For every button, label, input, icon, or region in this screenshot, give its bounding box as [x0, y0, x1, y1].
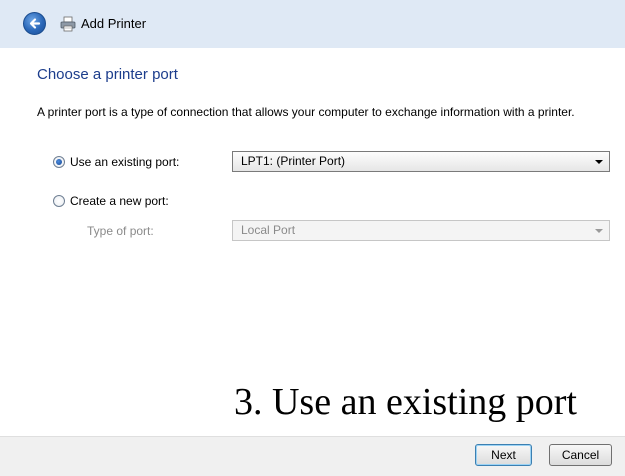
- back-button[interactable]: [23, 12, 46, 35]
- step-caption: 3. Use an existing port: [233, 381, 577, 423]
- chevron-down-icon: [595, 229, 603, 233]
- port-type-select: Local Port: [232, 220, 610, 241]
- new-port-radio[interactable]: [53, 195, 65, 207]
- port-type-value: Local Port: [241, 223, 296, 237]
- existing-port-radio[interactable]: [53, 156, 65, 168]
- back-arrow-icon: [29, 18, 41, 29]
- page-title: Choose a printer port: [37, 66, 178, 83]
- page-description: A printer port is a type of connection t…: [37, 105, 575, 119]
- printer-icon: [60, 16, 76, 32]
- next-button[interactable]: Next: [475, 444, 532, 466]
- existing-port-select[interactable]: LPT1: (Printer Port): [232, 151, 610, 172]
- cancel-button[interactable]: Cancel: [549, 444, 612, 466]
- port-type-label: Type of port:: [87, 224, 154, 238]
- existing-port-label[interactable]: Use an existing port:: [70, 155, 179, 169]
- chevron-down-icon: [595, 160, 603, 164]
- window-title: Add Printer: [81, 16, 147, 31]
- existing-port-value: LPT1: (Printer Port): [241, 154, 346, 168]
- new-port-label[interactable]: Create a new port:: [70, 194, 169, 208]
